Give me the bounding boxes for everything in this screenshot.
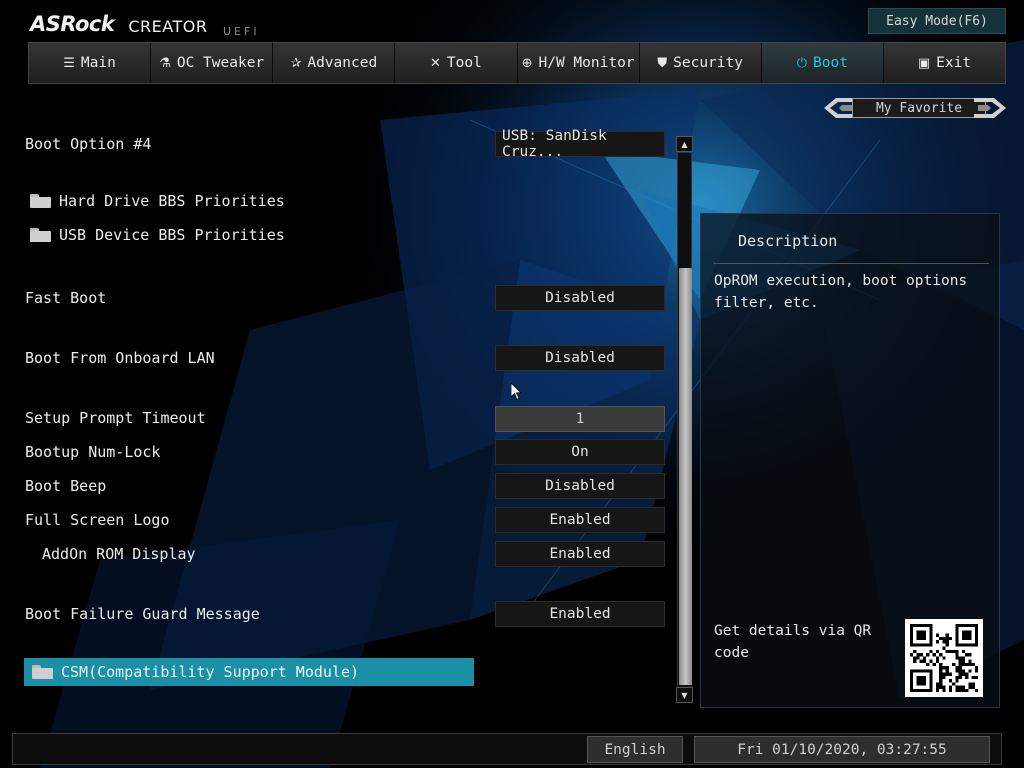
scroll-thumb[interactable] [679, 268, 692, 685]
mouse-cursor-icon [511, 383, 522, 401]
main-tab-bar: ☰ Main ⚗ OC Tweaker ✰ Advanced ✕ Tool ⊕ … [28, 42, 1006, 84]
boot-beep-select[interactable]: Disabled [495, 473, 665, 499]
fast-boot-label: Fast Boot [25, 289, 107, 307]
favorite-left-wing-icon [824, 98, 856, 118]
boot-onboard-lan-select[interactable]: Disabled [495, 345, 665, 371]
tab-tool[interactable]: ✕ Tool [395, 43, 518, 83]
uefi-label: UEFI [223, 25, 260, 38]
usb-device-bbs-priorities-label: USB Device BBS Priorities [59, 226, 285, 244]
settings-scrollbar[interactable]: ▲ ▼ [676, 136, 693, 704]
description-panel: Description OpROM execution, boot option… [700, 213, 1000, 708]
tools-icon: ✕ [430, 55, 441, 71]
full-screen-logo-select[interactable]: Enabled [495, 507, 665, 533]
full-screen-logo-label: Full Screen Logo [25, 511, 170, 529]
scroll-down-arrow-icon[interactable]: ▼ [676, 687, 693, 703]
csm-menu-item[interactable]: CSM(Compatibility Support Module) [24, 658, 474, 686]
addon-rom-display-label: AddOn ROM Display [42, 545, 196, 563]
tab-exit[interactable]: ▣ Exit [883, 43, 1005, 83]
tab-boot-label: Boot [813, 55, 848, 71]
hard-drive-bbs-priorities-item[interactable]: Hard Drive BBS Priorities [30, 192, 285, 210]
description-text: OpROM execution, boot options filter, et… [714, 273, 968, 311]
list-icon: ☰ [63, 55, 75, 71]
tab-hw-monitor[interactable]: ⊕ H/W Monitor [517, 43, 640, 83]
description-divider [713, 263, 989, 264]
addon-rom-display-select[interactable]: Enabled [495, 541, 665, 567]
usb-device-bbs-priorities-item[interactable]: USB Device BBS Priorities [30, 226, 285, 244]
bootup-num-lock-select[interactable]: On [495, 439, 665, 465]
tab-oc-tweaker[interactable]: ⚗ OC Tweaker [151, 43, 274, 83]
language-button[interactable]: English [587, 736, 683, 763]
qr-code-icon [905, 619, 983, 697]
tab-oc-tweaker-label: OC Tweaker [176, 55, 265, 71]
boot-failure-guard-label: Boot Failure Guard Message [25, 605, 260, 623]
folder-icon [30, 228, 51, 242]
tab-tool-label: Tool [446, 55, 482, 71]
boot-option-4-label: Boot Option #4 [25, 135, 152, 153]
power-icon: ⏻ [796, 55, 807, 71]
tab-security[interactable]: ⛊ Security [639, 43, 762, 83]
exit-door-icon: ▣ [917, 55, 931, 71]
tab-boot[interactable]: ⏻ Boot [761, 43, 884, 83]
my-favorite-button[interactable]: My Favorite [822, 92, 1008, 124]
fast-boot-select[interactable]: Disabled [495, 285, 665, 311]
setup-prompt-timeout-input[interactable]: 1 [495, 406, 665, 432]
scroll-track[interactable] [677, 153, 692, 687]
favorite-right-wing-icon [974, 98, 1006, 118]
datetime-display: Fri 01/10/2020, 03:27:55 [694, 736, 990, 763]
tab-exit-label: Exit [936, 55, 972, 71]
product-name: CREATOR [128, 17, 208, 36]
folder-icon [30, 194, 51, 208]
setup-prompt-timeout-label: Setup Prompt Timeout [25, 409, 206, 427]
folder-icon [32, 665, 53, 679]
tab-advanced-label: Advanced [307, 55, 378, 71]
qr-details-text: Get details via QR code [714, 623, 872, 661]
tab-security-label: Security [673, 55, 743, 71]
tab-main[interactable]: ☰ Main [29, 43, 152, 83]
my-favorite-label: My Favorite [852, 98, 986, 118]
rocket-icon: ⚗ [159, 55, 171, 71]
boot-option-4-select[interactable]: USB: SanDisk Cruz... [495, 128, 665, 160]
asrock-creator-logo: ASRock CREATOR UEFI [30, 10, 257, 38]
boot-onboard-lan-label: Boot From Onboard LAN [25, 349, 215, 367]
monitor-icon: ⊕ [521, 55, 533, 71]
boot-beep-label: Boot Beep [25, 477, 107, 495]
tab-advanced[interactable]: ✰ Advanced [273, 43, 396, 83]
hard-drive-bbs-priorities-label: Hard Drive BBS Priorities [59, 192, 285, 210]
boot-failure-guard-select[interactable]: Enabled [495, 601, 665, 627]
scroll-up-arrow-icon[interactable]: ▲ [676, 136, 693, 152]
brand-logo-text: ASRock [30, 12, 115, 36]
description-title: Description [738, 232, 838, 250]
bootup-num-lock-label: Bootup Num-Lock [25, 443, 161, 461]
shield-icon: ⛊ [657, 55, 668, 71]
easy-mode-button[interactable]: Easy Mode(F6) [868, 8, 1006, 34]
star-icon: ✰ [290, 55, 302, 71]
tab-hw-monitor-label: H/W Monitor [538, 55, 635, 71]
tab-main-label: Main [80, 55, 116, 71]
csm-menu-label: CSM(Compatibility Support Module) [61, 663, 360, 681]
